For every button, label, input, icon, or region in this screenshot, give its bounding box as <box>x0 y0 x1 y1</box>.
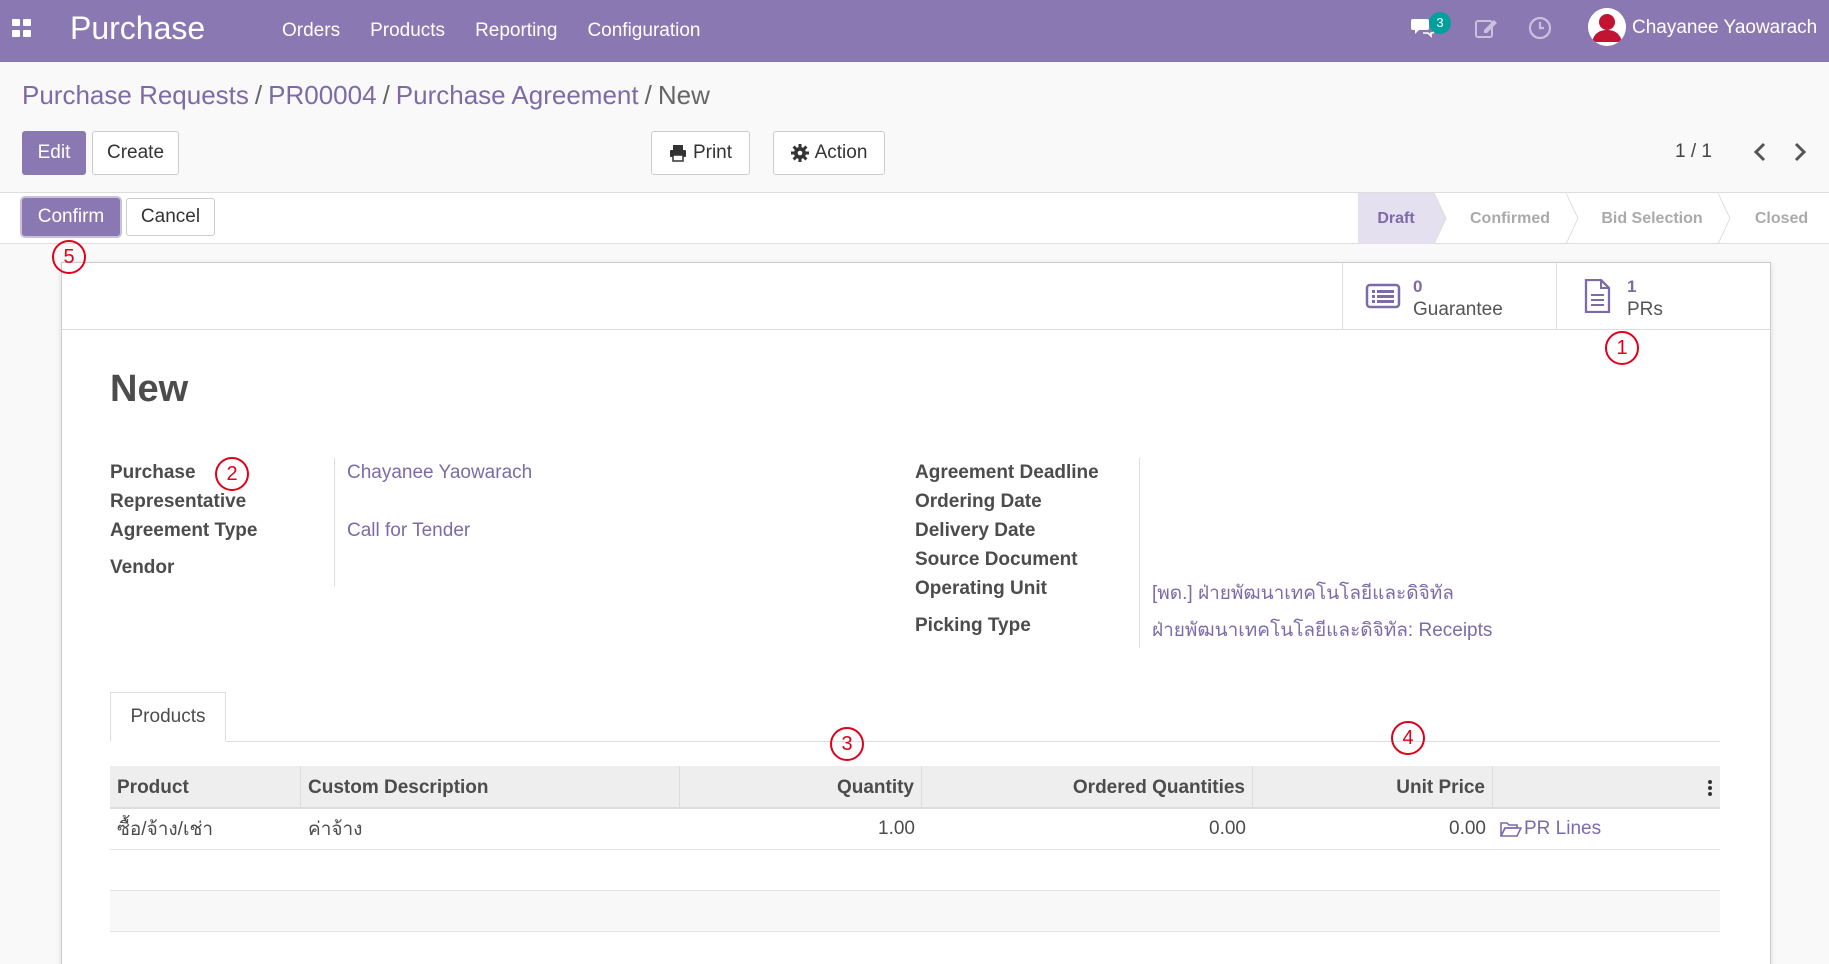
breadcrumb-purchase-agreement[interactable]: Purchase Agreement <box>396 80 639 110</box>
prs-count: 1 <box>1627 277 1637 296</box>
prs-label: PRs <box>1627 299 1663 320</box>
chat-badge: 3 <box>1429 12 1451 34</box>
cell-ordered-quantities[interactable]: 0.00 <box>922 809 1253 849</box>
annotation-marker: 1 <box>1605 331 1639 365</box>
apps-menu-icon[interactable] <box>12 19 32 37</box>
column-product[interactable]: Product <box>110 766 301 809</box>
gear-icon <box>790 144 809 162</box>
cell-quantity[interactable]: 1.00 <box>680 809 922 849</box>
chevron-right-icon[interactable] <box>1790 141 1810 163</box>
edit-button[interactable]: Edit <box>22 131 86 175</box>
main-menu: Orders Products Reporting Configuration <box>282 0 730 62</box>
operating-unit-label: Operating Unit <box>915 578 1047 599</box>
guarantee-label: Guarantee <box>1413 299 1503 320</box>
breadcrumb-separator: / <box>382 80 390 110</box>
column-ordered-quantities[interactable]: Ordered Quantities <box>922 766 1253 809</box>
stage-closed[interactable]: Closed <box>1734 193 1829 244</box>
menu-products[interactable]: Products <box>370 20 445 42</box>
stage-confirmed[interactable]: Confirmed <box>1448 193 1572 244</box>
guarantee-count: 0 <box>1413 277 1423 296</box>
breadcrumb-pr00004[interactable]: PR00004 <box>268 80 376 110</box>
vendor-label: Vendor <box>110 557 175 578</box>
cell-unit-price[interactable]: 0.00 <box>1253 809 1493 849</box>
agreement-type-label: Agreement Type <box>110 520 258 541</box>
print-icon <box>669 145 686 162</box>
annotation-marker: 3 <box>830 727 864 761</box>
pager-value[interactable]: 1 / 1 <box>1675 141 1712 163</box>
user-name[interactable]: Chayanee Yaowarach <box>1632 17 1817 39</box>
breadcrumb: Purchase Requests / PR00004/Purchase Agree… <box>22 80 710 111</box>
breadcrumb-separator: / <box>644 80 652 110</box>
print-label: Print <box>692 142 733 163</box>
picking-type-field[interactable]: ฝ่ายพัฒนาเทคโนโลยีและดิจิทัล: Receipts <box>1152 615 1492 645</box>
breadcrumb-separator: / <box>254 80 263 110</box>
guarantee-smart-button[interactable]: 0 Guarantee <box>1342 263 1556 330</box>
source-document-label: Source Document <box>915 549 1078 570</box>
app-title[interactable]: Purchase <box>70 10 205 47</box>
picking-type-label: Picking Type <box>915 615 1031 636</box>
cell-description[interactable]: ค่าจ้าง <box>301 809 680 849</box>
tab-products[interactable]: Products <box>110 692 226 742</box>
action-button[interactable]: Action <box>773 131 885 175</box>
agreement-type-field[interactable]: Call for Tender <box>347 520 470 542</box>
document-icon <box>1584 279 1611 313</box>
menu-configuration[interactable]: Configuration <box>587 20 700 42</box>
annotation-marker: 5 <box>52 240 86 274</box>
column-options[interactable] <box>1493 766 1720 809</box>
cell-product[interactable]: ซื้อ/จ้าง/เช่า <box>110 809 301 849</box>
delivery-date-label: Delivery Date <box>915 520 1036 541</box>
confirm-button[interactable]: Confirm <box>22 198 120 236</box>
purchase-rep-field[interactable]: Chayanee Yaowarach <box>347 462 532 484</box>
stage-arrow <box>1434 193 1447 244</box>
edit-icon[interactable] <box>1474 16 1498 40</box>
ordering-date-label: Ordering Date <box>915 491 1042 512</box>
annotation-marker: 2 <box>215 457 249 491</box>
avatar[interactable] <box>1588 8 1626 46</box>
tab-divider <box>110 741 1720 742</box>
prs-smart-button[interactable]: 1 PRs <box>1556 263 1770 330</box>
action-label: Action <box>814 142 868 163</box>
menu-orders[interactable]: Orders <box>282 20 340 42</box>
column-custom-description[interactable]: Custom Description <box>301 766 680 809</box>
field-divider <box>334 458 335 586</box>
annotation-marker: 4 <box>1391 721 1425 755</box>
stage-arrow <box>1566 193 1579 244</box>
table-row-empty <box>110 891 1720 932</box>
column-unit-price[interactable]: Unit Price <box>1253 766 1493 809</box>
table-header: Product Custom Description Quantity Orde… <box>110 766 1720 809</box>
form-sheet: 0 Guarantee 1 PRs New Purchase Represent… <box>61 262 1771 964</box>
operating-unit-field[interactable]: [พด.] ฝ่ายพัฒนาเทคโนโลยีและดิจิทัล <box>1152 578 1454 608</box>
cancel-button[interactable]: Cancel <box>126 198 215 236</box>
clock-icon[interactable] <box>1528 16 1552 40</box>
purchase-rep-label: Purchase <box>110 462 196 483</box>
chevron-left-icon[interactable] <box>1750 141 1770 163</box>
stage-bid-selection[interactable]: Bid Selection <box>1582 193 1722 244</box>
stage-draft[interactable]: Draft <box>1358 193 1434 244</box>
create-button[interactable]: Create <box>92 131 179 175</box>
top-navbar: Purchase Orders Products Reporting Confi… <box>0 0 1829 62</box>
record-title: New <box>110 368 189 410</box>
folder-open-icon <box>1500 822 1522 837</box>
table-row-empty <box>110 850 1720 891</box>
field-divider <box>1139 458 1140 648</box>
kebab-menu-icon[interactable] <box>1707 779 1713 797</box>
purchase-rep-label-line2: Representative <box>110 491 247 512</box>
stage-arrow <box>1718 193 1731 244</box>
table-row[interactable]: ซื้อ/จ้าง/เช่า ค่าจ้าง 1.00 0.00 0.00 PR… <box>110 809 1720 850</box>
menu-reporting[interactable]: Reporting <box>475 20 557 42</box>
smart-button-box: 0 Guarantee 1 PRs <box>62 263 1770 330</box>
print-button[interactable]: Print <box>651 131 750 175</box>
breadcrumb-current: New <box>657 80 710 110</box>
breadcrumb-purchase-requests[interactable]: Purchase Requests <box>22 80 249 110</box>
pr-lines-label: PR Lines <box>1524 818 1602 839</box>
pr-lines-button[interactable]: PR Lines <box>1493 809 1720 849</box>
list-icon <box>1365 283 1401 309</box>
agreement-deadline-label: Agreement Deadline <box>915 462 1099 483</box>
column-quantity[interactable]: Quantity <box>680 766 922 809</box>
